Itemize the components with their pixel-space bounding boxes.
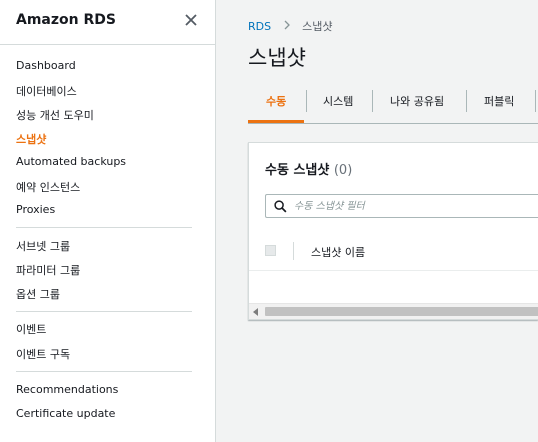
snapshot-filter-input[interactable]: [294, 198, 534, 214]
sidebar-item-option-groups[interactable]: 옵션 그룹: [16, 286, 60, 302]
panel-title-text: 수동 스냅샷: [265, 163, 330, 178]
main-content: RDS 스냅샷 스냅샷 수동 시스템 나와 공유됨 퍼블릭 수동 스냅샷 (0): [216, 0, 538, 442]
sidebar-item-parameter-groups[interactable]: 파라미터 그룹: [16, 262, 80, 278]
sidebar-item-databases[interactable]: 데이터베이스: [16, 83, 77, 99]
chevron-right-icon: [284, 20, 290, 30]
sidebar-divider: [16, 227, 192, 228]
sidebar-item-subnet-groups[interactable]: 서브넷 그룹: [16, 238, 70, 254]
column-header-snapshot-name[interactable]: 스냅샷 이름: [311, 244, 365, 260]
sidebar-item-proxies[interactable]: Proxies: [16, 203, 55, 216]
sidebar-item-snapshots[interactable]: 스냅샷: [16, 131, 46, 147]
panel-title: 수동 스냅샷 (0): [265, 159, 352, 178]
table-header-row: 스냅샷 이름: [249, 231, 538, 271]
tab-separator: [535, 90, 536, 112]
page-title: 스냅샷: [248, 46, 306, 70]
sidebar-item-recommendations[interactable]: Recommendations: [16, 383, 118, 396]
panel-count: (0): [333, 163, 353, 178]
close-icon[interactable]: [183, 12, 199, 28]
sidebar-item-automated-backups[interactable]: Automated backups: [16, 155, 126, 168]
sidebar-item-performance-insights[interactable]: 성능 개선 도우미: [16, 107, 94, 123]
tab-separator: [306, 90, 307, 112]
sidebar-divider: [16, 311, 192, 312]
sidebar-header: Amazon RDS: [0, 0, 215, 45]
manual-snapshots-panel: 수동 스냅샷 (0) 스냅샷 이름: [248, 142, 538, 320]
breadcrumb-rds-link[interactable]: RDS: [248, 20, 271, 33]
scroll-left-arrow-icon[interactable]: [253, 308, 258, 316]
sidebar-title[interactable]: Amazon RDS: [16, 12, 116, 28]
sidebar-item-events[interactable]: 이벤트: [16, 321, 46, 337]
search-icon: [274, 200, 287, 213]
sidebar-item-certificate-update[interactable]: Certificate update: [16, 407, 115, 420]
tab-system[interactable]: 시스템: [323, 88, 353, 116]
column-separator: [293, 242, 294, 260]
sidebar-divider: [16, 371, 192, 372]
search-box[interactable]: [265, 194, 538, 218]
scrollbar-thumb[interactable]: [265, 307, 538, 316]
tab-manual[interactable]: 수동: [266, 88, 286, 116]
sidebar-item-dashboard[interactable]: Dashboard: [16, 59, 76, 72]
sidebar-item-event-subscriptions[interactable]: 이벤트 구독: [16, 346, 70, 362]
select-all-checkbox[interactable]: [265, 245, 276, 256]
tab-separator: [466, 90, 467, 112]
tab-separator: [372, 90, 373, 112]
sidebar-item-reserved-instances[interactable]: 예약 인스턴스: [16, 179, 80, 195]
active-tab-indicator: [248, 120, 304, 123]
breadcrumb-current: 스냅샷: [302, 20, 333, 33]
sidebar: Amazon RDS Dashboard 데이터베이스 성능 개선 도우미 스냅…: [0, 0, 216, 442]
tab-bar: 수동 시스템 나와 공유됨 퍼블릭: [248, 84, 538, 124]
tab-public[interactable]: 퍼블릭: [484, 88, 514, 116]
breadcrumb: RDS 스냅샷: [248, 18, 332, 34]
horizontal-scrollbar[interactable]: [249, 303, 538, 319]
tab-shared-with-me[interactable]: 나와 공유됨: [390, 88, 444, 116]
